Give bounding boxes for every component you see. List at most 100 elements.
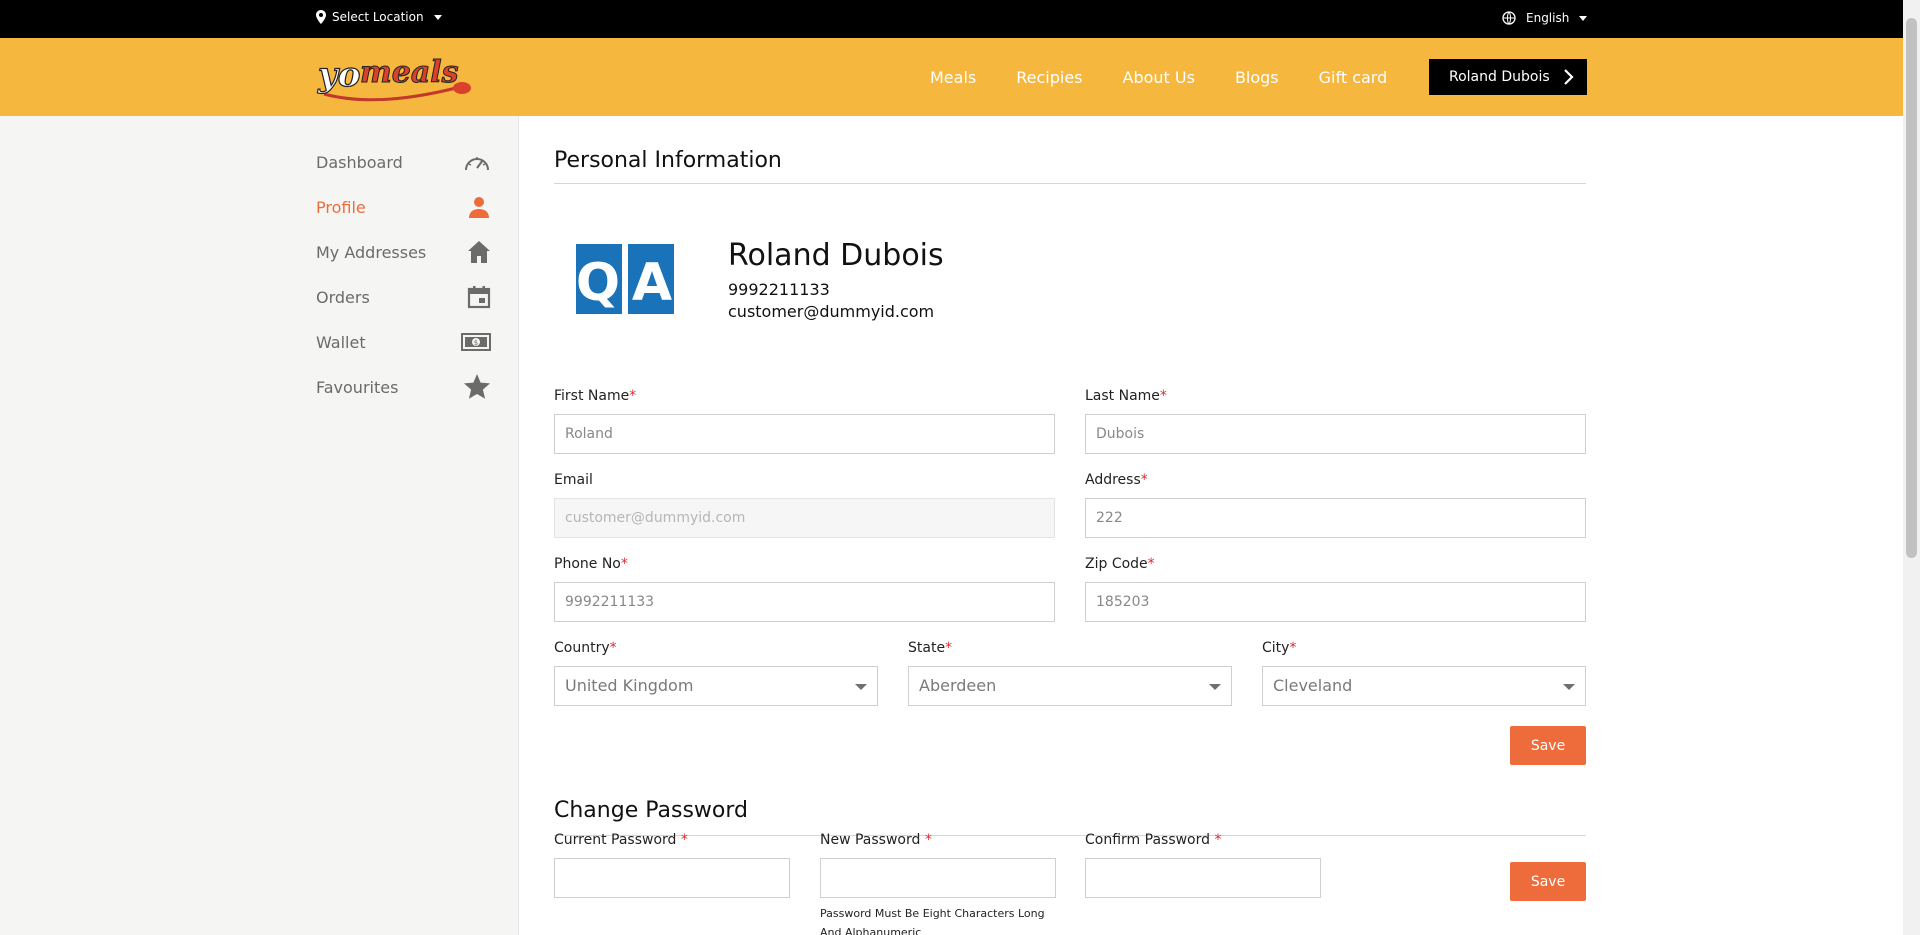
svg-text:$: $ (474, 339, 478, 347)
email-input (554, 498, 1055, 538)
sidebar-item-orders[interactable]: Orders (316, 277, 491, 317)
first-name-label: First Name* (554, 388, 637, 404)
state-value: Aberdeen (919, 676, 997, 695)
chevron-right-icon (1564, 69, 1574, 85)
chevron-down-icon (1563, 684, 1575, 690)
page-scrollbar[interactable] (1903, 0, 1920, 935)
nav-meals[interactable]: Meals (930, 68, 976, 87)
current-password-label: Current Password * (554, 832, 688, 848)
change-password-section: Change Password (554, 780, 1586, 836)
state-label: State* (908, 640, 953, 656)
cash-icon: $ (461, 333, 491, 351)
new-password-field: New Password * (820, 832, 1056, 898)
address-label: Address* (1085, 472, 1148, 488)
star-icon (464, 374, 490, 399)
confirm-password-field: Confirm Password * (1085, 832, 1321, 898)
save-profile-button[interactable]: Save (1510, 726, 1586, 765)
speedometer-icon (465, 157, 489, 171)
zip-code-field: Zip Code* (1085, 556, 1586, 622)
sidebar-item-label: My Addresses (316, 242, 427, 262)
current-password-field: Current Password * (554, 832, 790, 898)
user-name-label: Roland Dubois (1449, 69, 1550, 85)
top-bar: Select Location English (0, 0, 1903, 38)
country-field: Country* United Kingdom (554, 640, 878, 706)
main-nav: Meals Recipies About Us Blogs Gift card (930, 38, 1427, 116)
yomeals-logo: yo meals (316, 54, 471, 102)
globe-icon (1502, 11, 1516, 25)
last-name-field: Last Name* (1085, 388, 1586, 454)
profile-name: Roland Dubois (728, 238, 944, 273)
avatar[interactable]: Q A (566, 234, 684, 324)
phone-input[interactable] (554, 582, 1055, 622)
address-field: Address* (1085, 472, 1586, 538)
new-password-label: New Password * (820, 832, 932, 848)
email-field: Email (554, 472, 1055, 538)
sidebar-item-wallet[interactable]: Wallet $ (316, 322, 491, 362)
nav-about-us[interactable]: About Us (1123, 68, 1195, 87)
language-selector[interactable]: English (1502, 11, 1588, 25)
city-label: City* (1262, 640, 1297, 656)
location-label: Select Location (332, 10, 424, 24)
svg-text:meals: meals (360, 55, 459, 90)
language-label: English (1526, 11, 1570, 25)
nav-recipies[interactable]: Recipies (1016, 68, 1082, 87)
last-name-input[interactable] (1085, 414, 1586, 454)
phone-field: Phone No* (554, 556, 1055, 622)
personal-information-title: Personal Information (554, 116, 1586, 184)
sidebar-item-label: Dashboard (316, 152, 403, 172)
chevron-down-icon (855, 684, 867, 690)
sidebar-item-dashboard[interactable]: Dashboard (316, 142, 491, 182)
chevron-down-icon (1209, 684, 1221, 690)
state-select[interactable]: Aberdeen (908, 666, 1232, 706)
scrollbar-thumb[interactable] (1906, 18, 1917, 558)
user-account-button[interactable]: Roland Dubois (1429, 59, 1587, 95)
city-value: Cleveland (1273, 676, 1353, 695)
location-selector[interactable]: Select Location (316, 10, 442, 24)
nav-gift-card[interactable]: Gift card (1319, 68, 1388, 87)
country-label: Country* (554, 640, 617, 656)
svg-text:yo: yo (317, 55, 360, 95)
confirm-password-label: Confirm Password * (1085, 832, 1222, 848)
qa-avatar-image: Q A (576, 244, 674, 314)
new-password-input[interactable] (820, 858, 1056, 898)
last-name-label: Last Name* (1085, 388, 1167, 404)
user-icon (469, 197, 489, 218)
chevron-down-icon (433, 14, 442, 20)
city-select[interactable]: Cleveland (1262, 666, 1586, 706)
save-password-button[interactable]: Save (1510, 862, 1586, 901)
password-hint: Password Must Be Eight Characters Long A… (820, 907, 1045, 935)
city-field: City* Cleveland (1262, 640, 1586, 706)
zip-code-input[interactable] (1085, 582, 1586, 622)
sidebar-item-label: Orders (316, 287, 370, 307)
first-name-input[interactable] (554, 414, 1055, 454)
sidebar-item-label: Favourites (316, 377, 399, 397)
change-password-title: Change Password (554, 780, 1586, 836)
confirm-password-input[interactable] (1085, 858, 1321, 898)
sidebar-item-profile[interactable]: Profile (316, 187, 491, 227)
sidebar-item-my-addresses[interactable]: My Addresses (316, 232, 491, 272)
site-logo[interactable]: yo meals (316, 50, 472, 106)
site-header: yo meals Meals Recipies About Us Blogs G… (0, 38, 1903, 116)
email-label: Email (554, 472, 593, 488)
profile-phone: 9992211133 (728, 280, 830, 299)
zip-code-label: Zip Code* (1085, 556, 1155, 572)
svg-text:A: A (632, 253, 672, 313)
calendar-icon (467, 286, 491, 309)
nav-blogs[interactable]: Blogs (1235, 68, 1279, 87)
state-field: State* Aberdeen (908, 640, 1232, 706)
sidebar-item-label: Wallet (316, 332, 366, 352)
phone-label: Phone No* (554, 556, 628, 572)
profile-main: Personal Information Q A Roland Dubois 9… (554, 116, 1586, 935)
profile-email: customer@dummyid.com (728, 302, 935, 321)
address-input[interactable] (1085, 498, 1586, 538)
home-icon (468, 241, 490, 263)
country-select[interactable]: United Kingdom (554, 666, 878, 706)
svg-text:Q: Q (576, 253, 620, 313)
sidebar-item-favourites[interactable]: Favourites (316, 367, 491, 407)
location-pin-icon (316, 10, 326, 24)
chevron-down-icon (1579, 15, 1588, 21)
profile-summary: Q A Roland Dubois 9992211133 customer@du… (554, 184, 1586, 354)
country-value: United Kingdom (565, 676, 694, 695)
account-sidebar: Dashboard Profile My Addresses Orders Wa… (0, 116, 519, 935)
current-password-input[interactable] (554, 858, 790, 898)
